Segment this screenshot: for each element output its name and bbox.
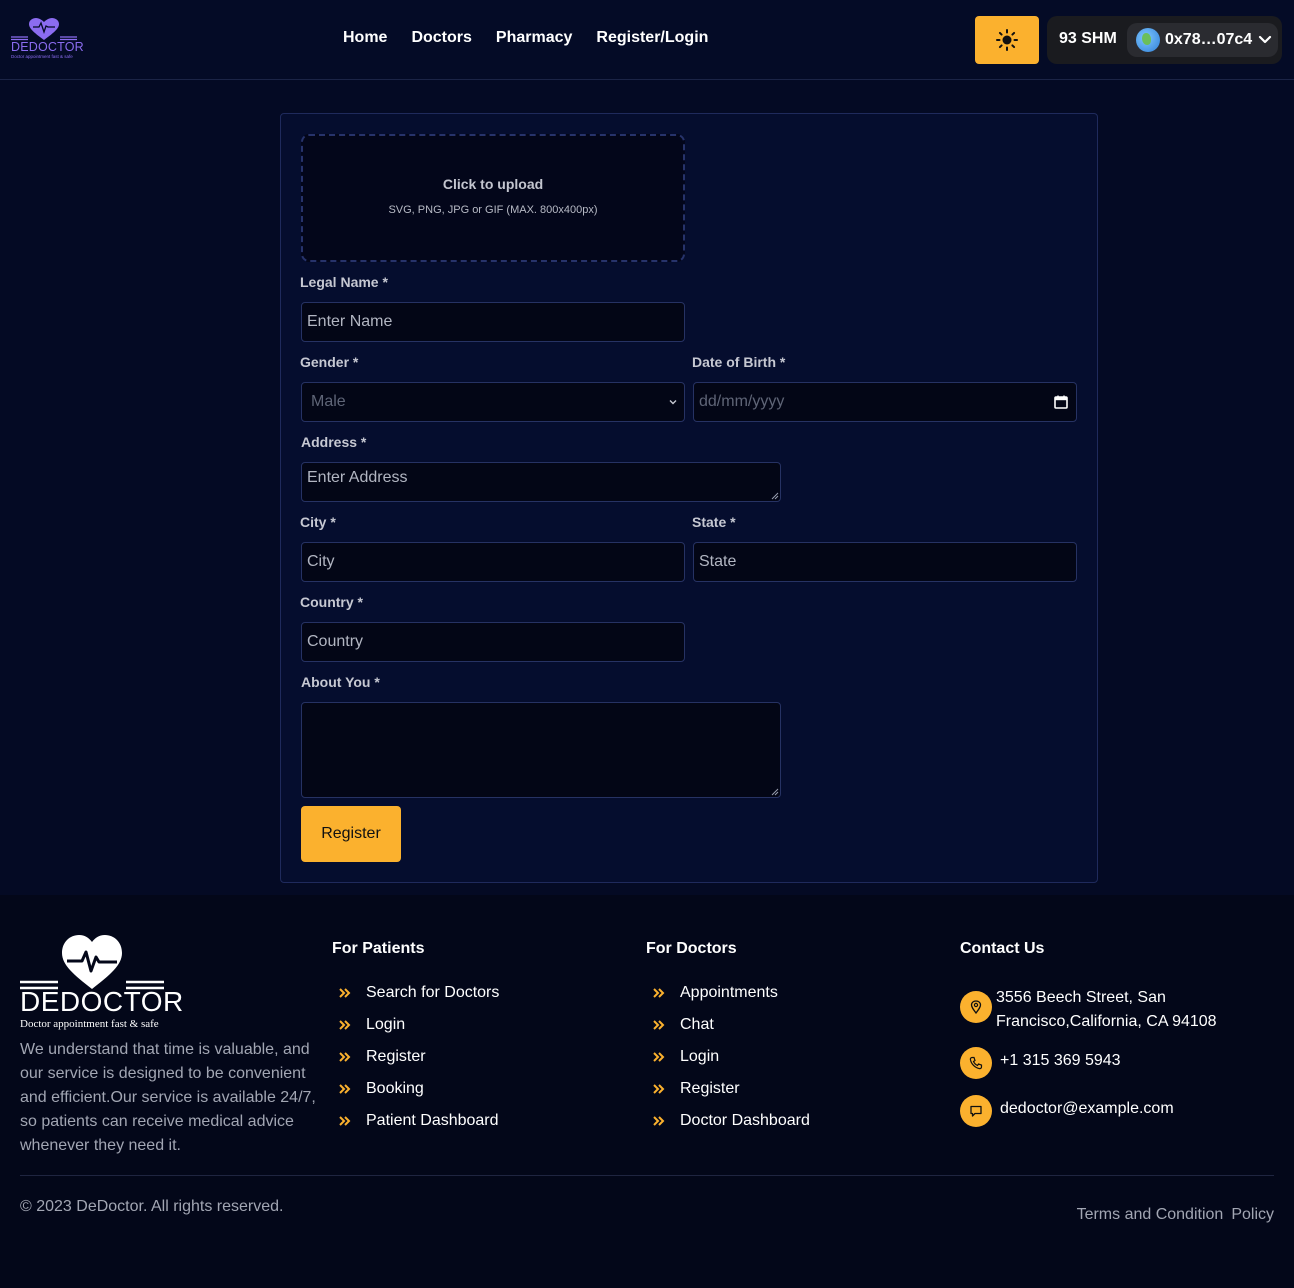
gender-select[interactable]: Male [301, 382, 685, 422]
account-button[interactable]: 0x78…07c4 [1127, 23, 1278, 57]
map-pin-icon [960, 991, 992, 1023]
country-input[interactable]: Country [301, 622, 685, 662]
chevron-down-icon [669, 400, 677, 405]
contact-address: 3556 Beech Street, San Francisco,Califor… [960, 986, 1260, 1034]
footer-link-appointments[interactable]: Appointments [646, 977, 810, 1009]
nav-doctors[interactable]: Doctors [399, 28, 483, 48]
double-chevron-right-icon [653, 1020, 665, 1030]
dob-label: Date of Birth * [692, 354, 786, 370]
footer-link-patient-dashboard[interactable]: Patient Dashboard [332, 1105, 499, 1137]
contact-phone[interactable]: +1 315 369 5943 [960, 1047, 1121, 1079]
country-label: Country * [300, 594, 363, 610]
double-chevron-right-icon [653, 1116, 665, 1126]
footer-link-label: Search for Doctors [366, 984, 500, 1001]
contact-heading: Contact Us [960, 940, 1045, 957]
legal-name-label: Legal Name * [300, 274, 388, 290]
address-placeholder: Enter Address [307, 469, 408, 486]
main-nav: Home Doctors Pharmacy Register/Login [331, 28, 720, 48]
about-textarea[interactable] [301, 702, 781, 798]
dob-placeholder: dd/mm/yyyy [699, 393, 785, 410]
footer-link-label: Patient Dashboard [366, 1112, 499, 1129]
state-input[interactable]: State [693, 542, 1077, 582]
contact-phone-text: +1 315 369 5943 [1000, 1052, 1121, 1069]
phone-icon [960, 1047, 992, 1079]
nav-register-login[interactable]: Register/Login [584, 28, 720, 48]
footer-link-search-doctors[interactable]: Search for Doctors [332, 977, 499, 1009]
city-input[interactable]: City [301, 542, 685, 582]
footer-link-label: Appointments [680, 984, 778, 1001]
footer-link-booking[interactable]: Booking [332, 1073, 499, 1105]
heart-pulse-icon [11, 18, 77, 41]
double-chevron-right-icon [653, 1084, 665, 1094]
logo-tagline: Doctor appointment fast & safe [11, 54, 73, 59]
about-label: About You * [301, 674, 380, 690]
legal-links: Terms and Condition Policy [1077, 1206, 1274, 1224]
double-chevron-right-icon [339, 1116, 351, 1126]
footer-link-label: Booking [366, 1080, 424, 1097]
for-doctors-list: Appointments Chat Login Register Doctor … [646, 977, 810, 1137]
footer-link-label: Login [366, 1016, 406, 1033]
city-label: City * [300, 514, 336, 530]
contact-email-text: dedoctor@example.com [1000, 1100, 1174, 1117]
footer-divider [20, 1175, 1274, 1176]
resize-handle-icon[interactable] [771, 492, 779, 500]
contact-address-text: 3556 Beech Street, San Francisco,Califor… [996, 989, 1217, 1030]
double-chevron-right-icon [339, 1084, 351, 1094]
brand-logo[interactable]: DEDOCTOR Doctor appointment fast & safe [11, 18, 84, 62]
for-patients-list: Search for Doctors Login Register Bookin… [332, 977, 499, 1137]
calendar-icon[interactable] [1054, 395, 1068, 409]
footer-link-doctor-login[interactable]: Login [646, 1041, 810, 1073]
gender-label: Gender * [300, 354, 359, 370]
nav-home[interactable]: Home [331, 28, 399, 48]
footer-logo-tagline: Doctor appointment fast & safe [20, 1018, 159, 1030]
dob-input[interactable]: dd/mm/yyyy [693, 382, 1077, 422]
double-chevron-right-icon [653, 988, 665, 998]
double-chevron-right-icon [339, 1052, 351, 1062]
address-textarea[interactable]: Enter Address [301, 462, 781, 502]
footer-link-label: Register [366, 1048, 426, 1065]
footer-link-label: Chat [680, 1016, 714, 1033]
upload-hint: SVG, PNG, JPG or GIF (MAX. 800x400px) [388, 204, 598, 216]
footer-link-label: Doctor Dashboard [680, 1112, 810, 1129]
wallet-balance[interactable]: 93 SHM [1059, 30, 1117, 48]
double-chevron-right-icon [653, 1052, 665, 1062]
for-doctors-heading: For Doctors [646, 940, 737, 957]
double-chevron-right-icon [339, 1020, 351, 1030]
address-label: Address * [301, 434, 367, 450]
copyright-text: © 2023 DeDoctor. All rights reserved. [20, 1198, 284, 1215]
footer-link-register[interactable]: Register [332, 1041, 499, 1073]
account-address: 0x78…07c4 [1165, 31, 1253, 48]
upload-title: Click to upload [442, 176, 544, 192]
logo-text: DEDOCTOR [11, 40, 84, 54]
footer-link-doctor-register[interactable]: Register [646, 1073, 810, 1105]
register-button[interactable]: Register [301, 806, 401, 862]
chevron-down-icon [1258, 35, 1272, 44]
footer-link-label: Login [680, 1048, 720, 1065]
footer-link-label: Register [680, 1080, 740, 1097]
globe-avatar-icon [1136, 28, 1160, 52]
footer-description: We understand that time is valuable, and… [20, 1041, 316, 1154]
wallet-widget: 93 SHM 0x78…07c4 [1047, 16, 1282, 64]
footer-logo-text: DEDOCTOR [20, 986, 184, 1017]
footer-link-chat[interactable]: Chat [646, 1009, 810, 1041]
state-label: State * [692, 514, 736, 530]
top-header: DEDOCTOR Doctor appointment fast & safe … [0, 0, 1294, 80]
terms-link[interactable]: Terms and Condition [1077, 1206, 1224, 1224]
sun-icon [996, 29, 1018, 51]
double-chevron-right-icon [339, 988, 351, 998]
for-patients-heading: For Patients [332, 940, 425, 957]
contact-email[interactable]: dedoctor@example.com [960, 1095, 1174, 1127]
legal-name-input[interactable]: Enter Name [301, 302, 685, 342]
footer-link-login[interactable]: Login [332, 1009, 499, 1041]
nav-pharmacy[interactable]: Pharmacy [484, 28, 585, 48]
footer-link-doctor-dashboard[interactable]: Doctor Dashboard [646, 1105, 810, 1137]
photo-upload-area[interactable]: Click to upload SVG, PNG, JPG or GIF (MA… [301, 134, 685, 262]
policy-link[interactable]: Policy [1231, 1206, 1274, 1224]
resize-handle-icon[interactable] [771, 788, 779, 796]
chat-bubble-icon [960, 1095, 992, 1127]
theme-toggle-button[interactable] [975, 16, 1039, 64]
gender-selected-value: Male [311, 393, 346, 410]
